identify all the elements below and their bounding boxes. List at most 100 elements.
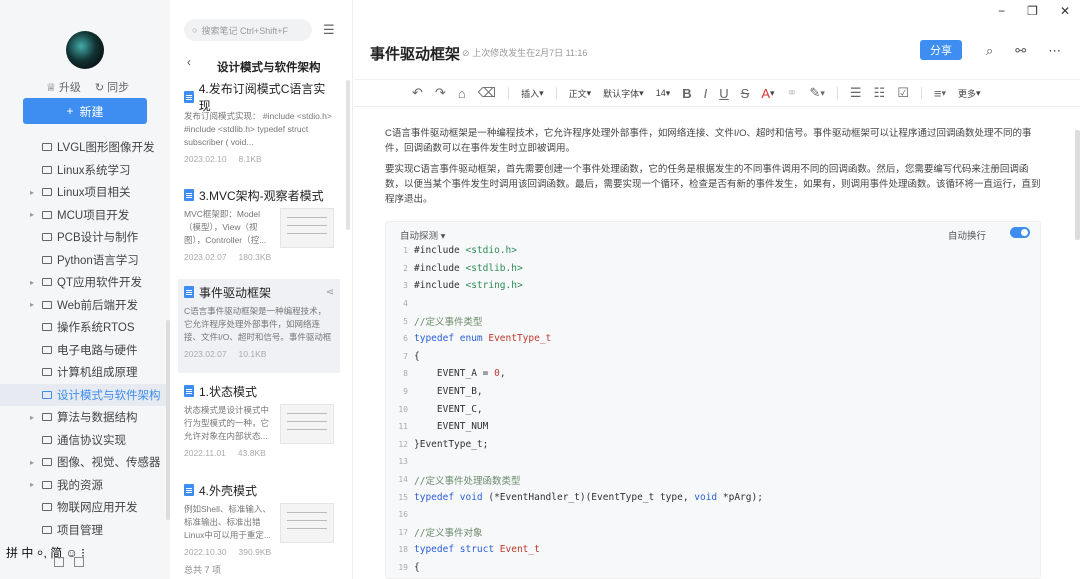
note-list-scrollbar[interactable] [346,80,350,230]
code-line: 5//定义事件类型 [403,316,483,329]
code-lines[interactable]: 1 #include <stdio.h> 2 #include <stdlib.h>… [386,242,1042,576]
code-language-label: 自动探测 [400,231,439,242]
outline-search-icon[interactable]: ⌕ [986,43,993,59]
sidebar-folder-item[interactable]: LVGL图形图像开发 [0,136,170,159]
minimize-icon[interactable]: − [998,4,1005,18]
editor-scrollbar[interactable] [1075,130,1080,240]
note-snippet: 发布订阅模式实现： #include <stdio.h> #include <s… [184,111,332,147]
note-card[interactable]: 事件驱动框架 C语言事件驱动框架是一种编程技术，它允许程序处理外部事件，如网络连接… [178,279,340,373]
sidebar-folder-item[interactable]: 通信协议实现 [0,429,170,452]
note-meta: 2023.02.07 10.1KB [184,349,334,359]
italic-icon[interactable]: I [704,86,708,101]
mindmap-icon[interactable]: ⚯ [1015,43,1026,59]
note-card[interactable]: 3.MVC架构-观察者模式 MVC框架即：Model（模型），View（视图），C… [178,182,340,276]
expand-arrow-icon[interactable]: ▸ [30,413,34,422]
sidebar-folder-item[interactable]: ▸ MCU项目开发 [0,204,170,227]
search-input[interactable]: ○ 搜索笔记 Ctrl+Shift+F [184,19,312,41]
link-icon[interactable]: ⚭ [787,85,798,101]
more-menu[interactable]: 更多 ▾ [958,87,981,100]
restore-icon[interactable]: ❐ [1027,4,1038,18]
strikethrough-icon[interactable]: S [741,86,750,101]
share-icon[interactable]: ⋖ [326,287,334,298]
code-language-select[interactable]: 自动探测 ▾ [400,228,445,242]
expand-arrow-icon[interactable]: ▸ [30,188,34,197]
folder-label: Linux项目相关 [57,187,131,200]
back-arrow-icon[interactable]: ‹ [187,57,191,69]
folder-label: PCB设计与制作 [57,232,139,245]
font-color-icon[interactable]: A ▾ [761,86,774,101]
bold-icon[interactable]: B [682,86,691,101]
note-title-text: 3.MVC架构-观察者模式 [199,188,324,203]
font-size-select[interactable]: 14 ▾ [656,88,671,99]
highlight-icon[interactable]: ✎ ▾ [809,85,824,101]
sidebar-folder-item[interactable]: PCB设计与制作 [0,226,170,249]
folder-icon [42,368,52,377]
insert-label: 插入 [521,88,540,99]
document-title[interactable]: 事件驱动框架 [370,43,460,64]
sort-icon[interactable]: ☰ [323,22,335,38]
sidebar-folder-item[interactable]: 物联网应用开发 [0,496,170,519]
word-wrap-toggle[interactable] [1010,227,1030,238]
redo-icon[interactable]: ↷ [435,85,446,101]
paragraph-1[interactable]: C语言事件驱动框架是一种编程技术，它允许程序处理外部事件，如网络连接、文件I/O… [385,126,1041,156]
folder-label: 项目管理 [57,524,103,537]
upgrade-button[interactable]: ♕ 升级 [46,79,81,95]
sidebar-folder-item[interactable]: ▸ 我的资源 [0,474,170,497]
paragraph-2[interactable]: 要实现C语言事件驱动框架，首先需要创建一个事件处理函数，它的任务是根据发生的不同… [385,162,1041,207]
checkbox-icon[interactable]: ☑ [897,85,909,101]
format-painter-icon[interactable]: ⌂ [458,86,466,101]
folder-icon [42,233,52,242]
clear-format-icon[interactable]: ⌫ [478,85,496,101]
undo-icon[interactable]: ↶ [412,85,423,101]
font-size-label: 14 [655,88,666,98]
sidebar-folder-item[interactable]: ▸ 算法与数据结构 [0,406,170,429]
sidebar-folder-item[interactable]: 计算机组成原理 [0,361,170,384]
expand-arrow-icon[interactable]: ▸ [30,458,34,467]
note-card[interactable]: 1.状态模式 状态模式是设计模式中行为型模式的一种，它允许对象在内部状态... 20… [178,378,340,472]
folder-icon [42,165,52,174]
underline-icon[interactable]: U [719,86,728,101]
expand-arrow-icon[interactable]: ▸ [30,480,34,489]
code-block[interactable]: 自动探测 ▾ 自动换行 1 #include <stdio.h> 2 #includ… [385,221,1041,579]
window-icon[interactable] [74,557,84,567]
align-icon[interactable]: ≡ ▾ [934,86,946,101]
sidebar-folder-item[interactable]: 电子电路与硬件 [0,339,170,362]
expand-arrow-icon[interactable]: ▸ [30,210,34,219]
grid-icon[interactable] [54,557,64,567]
expand-arrow-icon[interactable]: ▸ [30,300,34,309]
folder-icon [42,323,52,332]
share-button[interactable]: 分享 [920,40,962,60]
new-note-button[interactable]: + 新建 [23,98,147,124]
divider [508,87,510,99]
sidebar-folder-item[interactable]: Linux系统学习 [0,159,170,182]
close-icon[interactable]: ✕ [1060,4,1070,18]
note-card[interactable]: 4.外壳模式 例如Shell、标准输入、标准输出、标准出错 Linux中可以用于重… [178,477,340,571]
code-line: 13 [398,457,408,467]
sidebar-folder-item[interactable]: Python语言学习 [0,249,170,272]
sidebar-folder-item[interactable]: ▸ Linux项目相关 [0,181,170,204]
folder-icon [42,480,52,489]
numbered-list-icon[interactable]: ☷ [874,85,886,101]
more-icon[interactable]: ⋯ [1048,43,1061,59]
code-line: 8 EVENT_A = 0, [403,368,506,380]
folder-label: 我的资源 [57,479,103,492]
sidebar-folder-item[interactable]: ▸ QT应用软件开发 [0,271,170,294]
note-card[interactable]: 4.发布订阅模式C语言实现 发布订阅模式实现： #include <stdio.h… [178,82,340,178]
folder-label: Web前后端开发 [57,299,138,312]
search-placeholder: 搜索笔记 Ctrl+Shift+F [201,25,288,36]
sidebar-folder-item[interactable]: 设计模式与软件架构 [0,383,170,406]
sidebar-folder-item[interactable]: 项目管理 [0,519,170,542]
font-family-select[interactable]: 默认字体 ▾ [603,87,644,100]
bullet-list-icon[interactable]: ☰ [850,85,862,101]
insert-menu[interactable]: 插入 ▾ [521,87,544,100]
note-thumbnail [280,208,334,248]
plus-icon: + [66,104,74,118]
expand-arrow-icon[interactable]: ▸ [30,278,34,287]
document-icon [184,286,194,298]
sync-button[interactable]: ↻ 同步 [95,79,129,95]
sidebar-folder-item[interactable]: ▸ 图像、视觉、传感器 [0,451,170,474]
sidebar-folder-item[interactable]: 操作系统RTOS [0,316,170,339]
avatar[interactable] [66,31,104,69]
paragraph-style-select[interactable]: 正文 ▾ [569,87,592,100]
sidebar-folder-item[interactable]: ▸ Web前后端开发 [0,294,170,317]
